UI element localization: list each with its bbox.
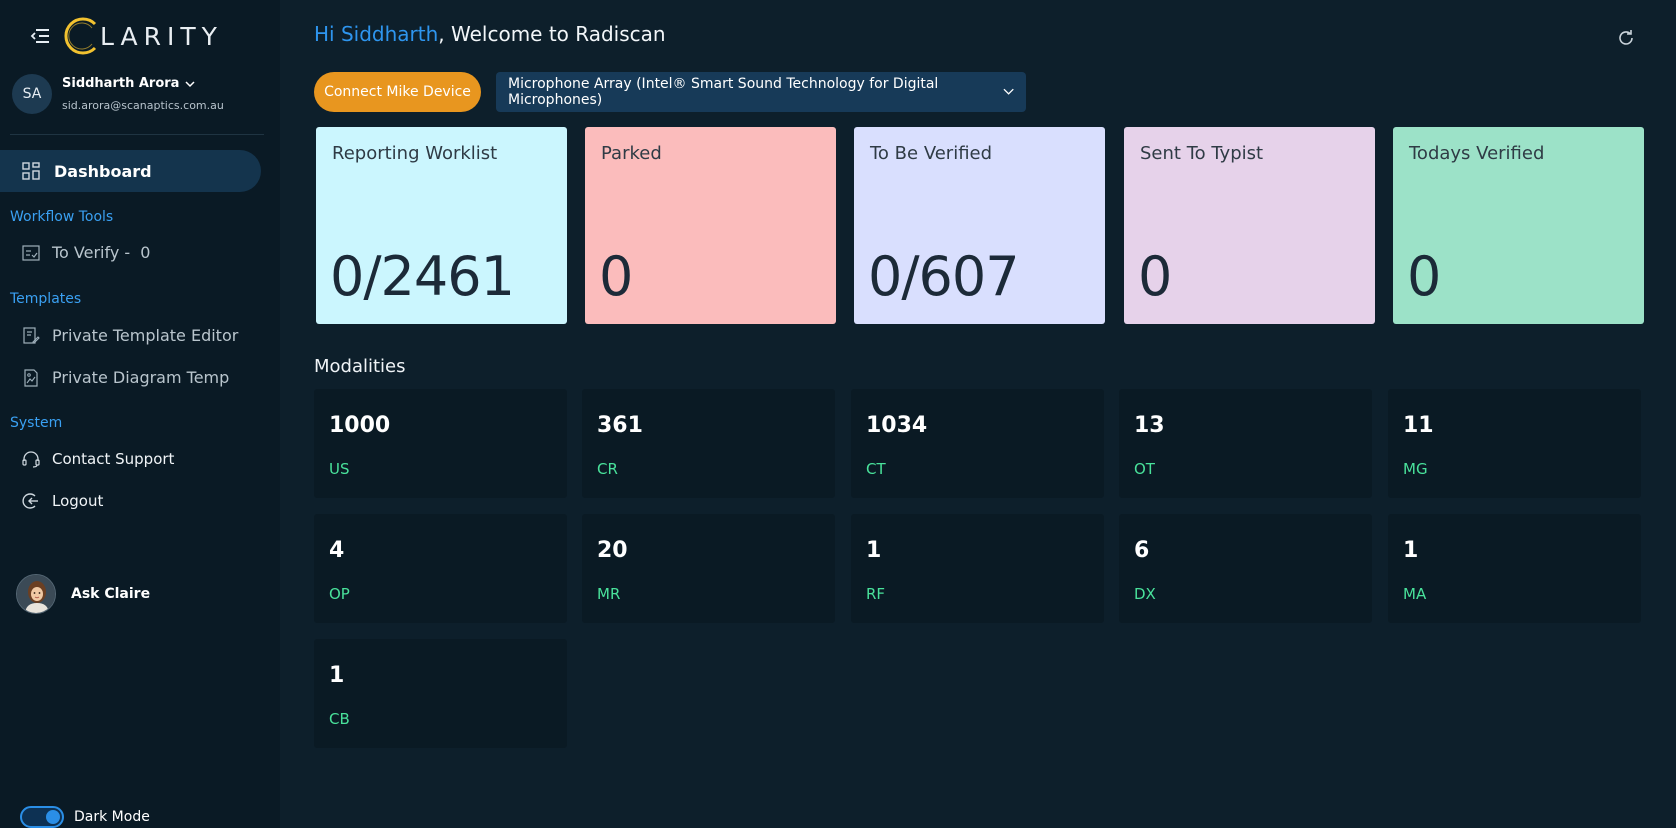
card-parked[interactable]: Parked 0 xyxy=(585,127,836,324)
card-value: 0/2461 xyxy=(330,245,515,308)
sidebar-item-private-diagram-temp[interactable]: Private Diagram Temp xyxy=(22,368,229,387)
sidebar-item-private-template-editor[interactable]: Private Template Editor xyxy=(22,326,238,345)
headset-icon xyxy=(22,451,40,468)
sidebar-item-logout[interactable]: Logout xyxy=(22,492,103,510)
page-title: Hi Siddharth, Welcome to Radiscan xyxy=(314,22,666,46)
modality-code: MG xyxy=(1403,460,1428,478)
modality-count: 361 xyxy=(597,413,643,438)
user-name[interactable]: Siddharth Arora xyxy=(62,76,224,91)
sidebar: LARITY SA Siddharth Arora sid.arora@scan… xyxy=(0,0,280,828)
modality-card-ma[interactable]: 1 MA xyxy=(1388,514,1641,623)
modality-code: CT xyxy=(866,460,886,478)
greeting-rest: , Welcome to Radiscan xyxy=(438,22,666,46)
connect-mike-device-button[interactable]: Connect Mike Device xyxy=(314,72,481,112)
modality-card-us[interactable]: 1000 US xyxy=(314,389,567,498)
modality-card-cb[interactable]: 1 CB xyxy=(314,639,567,748)
card-value: 0/607 xyxy=(868,245,1020,308)
card-title: Parked xyxy=(601,143,662,164)
dark-mode-control: Dark Mode xyxy=(20,806,150,828)
sidebar-item-label: Logout xyxy=(52,492,104,510)
user-email: sid.arora@scanaptics.com.au xyxy=(62,99,224,112)
dark-mode-toggle[interactable] xyxy=(20,806,64,828)
sidebar-topbar: LARITY xyxy=(26,14,223,58)
modality-card-op[interactable]: 4 OP xyxy=(314,514,567,623)
sidebar-item-label: Dashboard xyxy=(54,161,152,181)
dark-mode-label: Dark Mode xyxy=(74,809,150,825)
card-title: Todays Verified xyxy=(1409,143,1545,164)
card-title: To Be Verified xyxy=(870,143,993,164)
card-reporting-worklist[interactable]: Reporting Worklist 0/2461 xyxy=(316,127,567,324)
logo-text: LARITY xyxy=(100,21,223,51)
checklist-icon xyxy=(22,244,40,261)
modality-count: 1 xyxy=(866,538,882,563)
section-templates: Templates xyxy=(10,291,82,307)
chevron-down-icon xyxy=(1003,88,1014,95)
modality-card-cr[interactable]: 361 CR xyxy=(582,389,835,498)
modality-card-mg[interactable]: 11 MG xyxy=(1388,389,1641,498)
modality-card-ot[interactable]: 13 OT xyxy=(1119,389,1372,498)
modality-count: 13 xyxy=(1134,413,1165,438)
modality-code: RF xyxy=(866,585,886,603)
modality-card-dx[interactable]: 6 DX xyxy=(1119,514,1372,623)
user-profile[interactable]: SA Siddharth Arora sid.arora@scanaptics.… xyxy=(12,74,224,114)
card-value: 0 xyxy=(1138,245,1172,308)
modality-code: OT xyxy=(1134,460,1155,478)
card-value: 0 xyxy=(1407,245,1441,308)
card-value: 0 xyxy=(599,245,633,308)
modality-code: CR xyxy=(597,460,618,478)
toggle-knob xyxy=(46,810,60,824)
card-to-be-verified[interactable]: To Be Verified 0/607 xyxy=(854,127,1105,324)
refresh-icon[interactable] xyxy=(1616,28,1638,50)
modality-count: 1000 xyxy=(329,413,391,438)
chevron-down-icon xyxy=(185,80,195,87)
dashboard-grid-icon xyxy=(22,162,40,180)
sidebar-item-label: Contact Support xyxy=(52,450,175,468)
diagram-image-icon xyxy=(24,368,38,387)
menu-collapse-icon[interactable] xyxy=(26,22,54,50)
sidebar-divider xyxy=(10,134,264,135)
modality-card-mr[interactable]: 20 MR xyxy=(582,514,835,623)
logo-c-icon xyxy=(64,17,97,55)
modality-code: OP xyxy=(329,585,350,603)
avatar: SA xyxy=(12,74,52,114)
modality-code: DX xyxy=(1134,585,1156,603)
greeting-name: Hi Siddharth xyxy=(314,22,439,46)
microphone-select-value: Microphone Array (Intel® Smart Sound Tec… xyxy=(508,76,939,108)
card-title: Reporting Worklist xyxy=(332,143,498,164)
card-todays-verified[interactable]: Todays Verified 0 xyxy=(1393,127,1644,324)
modality-card-rf[interactable]: 1 RF xyxy=(851,514,1104,623)
template-edit-icon xyxy=(23,326,40,344)
modality-code: CB xyxy=(329,710,350,728)
sidebar-item-dashboard[interactable]: Dashboard xyxy=(0,150,261,192)
modality-card-ct[interactable]: 1034 CT xyxy=(851,389,1104,498)
sidebar-item-label: To Verify - xyxy=(52,243,131,262)
sidebar-item-contact-support[interactable]: Contact Support xyxy=(22,450,174,468)
card-sent-to-typist[interactable]: Sent To Typist 0 xyxy=(1124,127,1375,324)
user-name-text: Siddharth Arora xyxy=(62,76,180,91)
modality-code: US xyxy=(329,460,350,478)
modalities-heading: Modalities xyxy=(314,356,406,377)
clarity-logo: LARITY xyxy=(62,14,223,58)
modality-count: 6 xyxy=(1134,538,1150,563)
modality-count: 11 xyxy=(1403,413,1434,438)
logout-icon xyxy=(22,493,38,509)
claire-avatar-icon xyxy=(16,574,56,614)
modality-count: 1 xyxy=(329,663,345,688)
section-workflow-tools: Workflow Tools xyxy=(10,209,114,225)
modality-count: 4 xyxy=(329,538,345,563)
ask-claire-label: Ask Claire xyxy=(71,586,151,602)
modality-code: MR xyxy=(597,585,621,603)
sidebar-item-to-verify[interactable]: To Verify - 0 xyxy=(22,243,150,262)
to-verify-count: 0 xyxy=(140,243,151,262)
ask-claire-button[interactable]: Ask Claire xyxy=(16,574,150,614)
modality-count: 1034 xyxy=(866,413,928,438)
modality-code: MA xyxy=(1403,585,1427,603)
sidebar-item-label: Private Template Editor xyxy=(52,326,239,345)
sidebar-item-label: Private Diagram Temp xyxy=(52,368,230,387)
modality-count: 20 xyxy=(597,538,628,563)
modality-count: 1 xyxy=(1403,538,1419,563)
card-title: Sent To Typist xyxy=(1140,143,1264,164)
section-system: System xyxy=(10,415,63,431)
microphone-select[interactable]: Microphone Array (Intel® Smart Sound Tec… xyxy=(496,72,1026,112)
